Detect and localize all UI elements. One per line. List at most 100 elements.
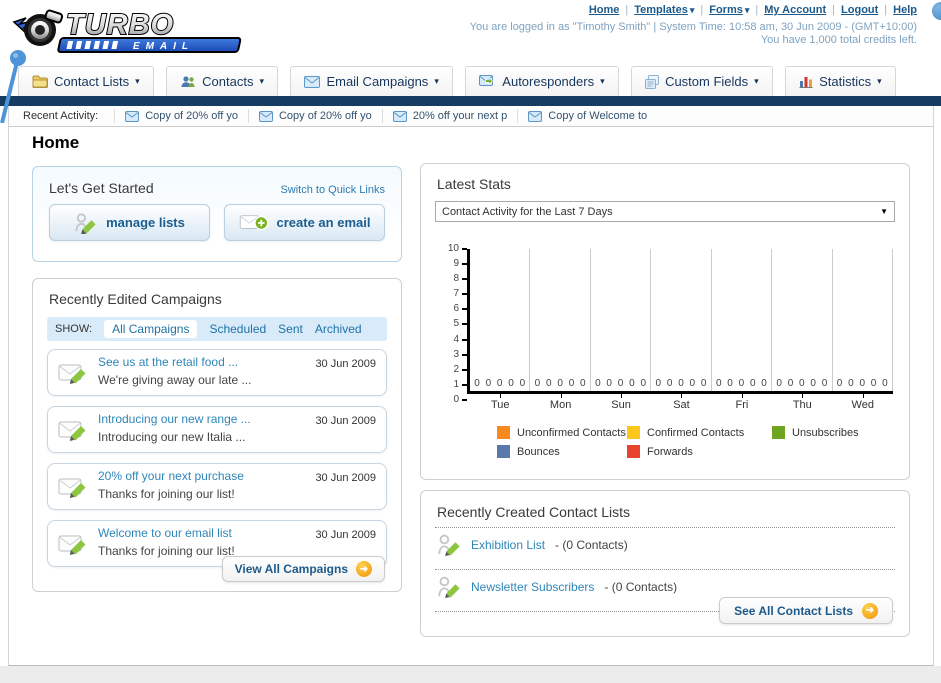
campaign-date: 30 Jun 2009 <box>315 358 376 370</box>
navy-divider-bar <box>0 96 941 106</box>
recent-activity-text: 20% off your next p <box>412 110 508 122</box>
legend-item: Forwards <box>627 445 772 458</box>
recent-activity-label: Recent Activity: <box>23 110 99 122</box>
envelope-icon <box>304 75 321 88</box>
chart-zero-values: 0 0 0 0 0 <box>715 378 767 389</box>
nav-tab-email-campaigns[interactable]: Email Campaigns ▾ <box>290 66 453 96</box>
header-link-home[interactable]: Home <box>589 4 620 16</box>
chart-y-axis: 10 9 8 7 6 5 4 3 2 1 0 <box>447 243 459 405</box>
filter-scheduled[interactable]: Scheduled <box>209 322 266 336</box>
stats-period-select[interactable]: Contact Activity for the Last 7 Days ▼ <box>435 201 895 222</box>
contact-activity-chart: 10 9 8 7 6 5 4 3 2 1 0 0 0 0 0 0 0 0 0 0… <box>437 243 893 419</box>
header-links: Home | Templates ▾ | Forms ▾ | My Account | Logout… <box>589 4 917 16</box>
link-separator: | <box>884 4 888 16</box>
nav-tab-label: Contact Lists <box>54 74 130 89</box>
recent-activity-text: Copy of Welcome to <box>548 110 648 122</box>
campaign-title-link[interactable]: Introducing our new range ... <box>98 412 305 427</box>
arrow-right-icon: ➜ <box>356 561 372 577</box>
legend-label: Unconfirmed Contacts <box>517 426 626 439</box>
envelope-icon <box>392 110 407 122</box>
nav-tab-custom-fields[interactable]: Custom Fields ▾ <box>631 66 773 96</box>
nav-tab-contact-lists[interactable]: Contact Lists ▾ <box>18 66 154 96</box>
chevron-down-icon: ▾ <box>600 76 605 86</box>
chart-zero-values: 0 0 0 0 0 <box>836 378 888 389</box>
contact-lists-title: Recently Created Contact Lists <box>437 504 630 520</box>
legend-label: Confirmed Contacts <box>647 426 745 439</box>
chevron-down-icon: ▾ <box>434 76 439 86</box>
header-link-templates[interactable]: Templates ▾ <box>634 4 694 16</box>
view-all-campaigns-label: View All Campaigns <box>234 562 348 576</box>
legend-item: Unconfirmed Contacts <box>497 426 627 439</box>
stats-period-value: Contact Activity for the Last 7 Days <box>442 205 613 218</box>
envelope-icon <box>258 110 273 122</box>
statistics-icon <box>799 77 813 88</box>
nav-tab-contacts[interactable]: Contacts ▾ <box>166 66 278 96</box>
legend-swatch <box>497 445 510 458</box>
campaign-row[interactable]: 20% off your next purchase Thanks for jo… <box>47 463 387 510</box>
page-title: Home <box>32 133 80 152</box>
header-link-my-account[interactable]: My Account <box>764 4 826 16</box>
campaign-title-link[interactable]: 20% off your next purchase <box>98 469 305 484</box>
header: TURBO EMAIL Home | Templates ▾ | Forms ▾ | My Ac… <box>0 0 941 60</box>
chart-day-group: 0 0 0 0 0 <box>470 249 531 391</box>
filter-sent[interactable]: Sent <box>278 322 303 336</box>
campaign-row[interactable]: Introducing our new range ... Introducin… <box>47 406 387 453</box>
contact-list-link[interactable]: Exhibition List <box>471 538 545 552</box>
header-link-logout[interactable]: Logout <box>841 4 878 16</box>
recent-activity-item[interactable]: Copy of Welcome to <box>517 109 657 123</box>
recent-activity-item[interactable]: Copy of 20% off yo <box>114 109 248 123</box>
login-status-text: You are logged in as "Timothy Smith" | S… <box>469 21 917 33</box>
header-link-forms[interactable]: Forms ▾ <box>709 4 749 16</box>
chevron-down-icon: ▾ <box>754 76 759 86</box>
campaign-subtitle: Thanks for joining our list! <box>98 544 235 558</box>
see-all-contact-lists-label: See All Contact Lists <box>734 603 853 618</box>
x-tick-label: Fri <box>712 394 772 411</box>
filter-archived[interactable]: Archived <box>315 322 362 336</box>
nav-tab-statistics[interactable]: Statistics ▾ <box>785 66 896 96</box>
nav-tab-autoresponders[interactable]: Autoresponders ▾ <box>465 66 619 96</box>
credits-text: You have 1,000 total credits left. <box>760 34 917 46</box>
recently-created-contact-lists-panel: Recently Created Contact Lists Exhibitio… <box>420 490 910 637</box>
campaign-date: 30 Jun 2009 <box>315 529 376 541</box>
header-link-help[interactable]: Help <box>893 4 917 16</box>
filter-all-campaigns[interactable]: All Campaigns <box>104 320 198 338</box>
contact-list-detail: - (0 Contacts) <box>604 580 678 594</box>
envelope-pencil-icon <box>58 478 86 498</box>
x-tick-label: Sun <box>591 394 651 411</box>
view-all-campaigns-button[interactable]: View All Campaigns ➜ <box>221 556 385 582</box>
nav-tab-label: Statistics <box>819 74 872 89</box>
envelope-pencil-icon <box>58 535 86 555</box>
contact-list-link[interactable]: Newsletter Subscribers <box>471 580 594 594</box>
link-separator: | <box>832 4 836 16</box>
campaigns-filter-bar: SHOW: All Campaigns Scheduled Sent Archi… <box>47 317 387 341</box>
see-all-contact-lists-button[interactable]: See All Contact Lists ➜ <box>719 597 893 624</box>
campaign-row[interactable]: See us at the retail food ... We're givi… <box>47 349 387 396</box>
recent-activity-item[interactable]: Copy of 20% off yo <box>247 109 382 123</box>
campaign-title-link[interactable]: Welcome to our email list <box>98 526 305 541</box>
campaign-list: See us at the retail food ... We're givi… <box>33 341 401 567</box>
create-email-button[interactable]: create an email <box>224 204 385 241</box>
manage-lists-button[interactable]: manage lists <box>49 204 210 241</box>
svg-text:TURBO: TURBO <box>66 9 174 41</box>
campaign-date: 30 Jun 2009 <box>315 415 376 427</box>
x-tick-label: Sat <box>651 394 711 411</box>
recent-activity-text: Copy of 20% off yo <box>278 110 372 122</box>
switch-quick-links[interactable]: Switch to Quick Links <box>280 184 385 196</box>
recent-activity-bar: Recent Activity: Copy of 20% off yo Copy… <box>9 106 933 127</box>
chart-day-group: 0 0 0 0 0 <box>591 249 652 391</box>
arrow-right-icon: ➜ <box>862 602 878 619</box>
recent-activity-item[interactable]: 20% off your next p <box>381 109 518 123</box>
chart-day-group: 0 0 0 0 0 <box>530 249 591 391</box>
turbo-email-logo: TURBO EMAIL <box>10 4 250 56</box>
contact-list-detail: - (0 Contacts) <box>555 538 628 552</box>
link-separator: | <box>625 4 629 16</box>
custom-fields-icon <box>645 74 660 89</box>
legend-swatch <box>627 445 640 458</box>
campaign-title-link[interactable]: See us at the retail food ... <box>98 355 305 370</box>
x-tick-label: Mon <box>530 394 590 411</box>
main-navigation: Contact Lists ▾ Contacts ▾ Email Campaig… <box>0 66 941 96</box>
person-pencil-icon <box>75 212 96 234</box>
contact-list-item[interactable]: Exhibition List - (0 Contacts) <box>421 528 909 562</box>
campaign-subtitle: We're giving away our late ... <box>98 373 252 387</box>
callout-dot-right <box>932 2 941 20</box>
